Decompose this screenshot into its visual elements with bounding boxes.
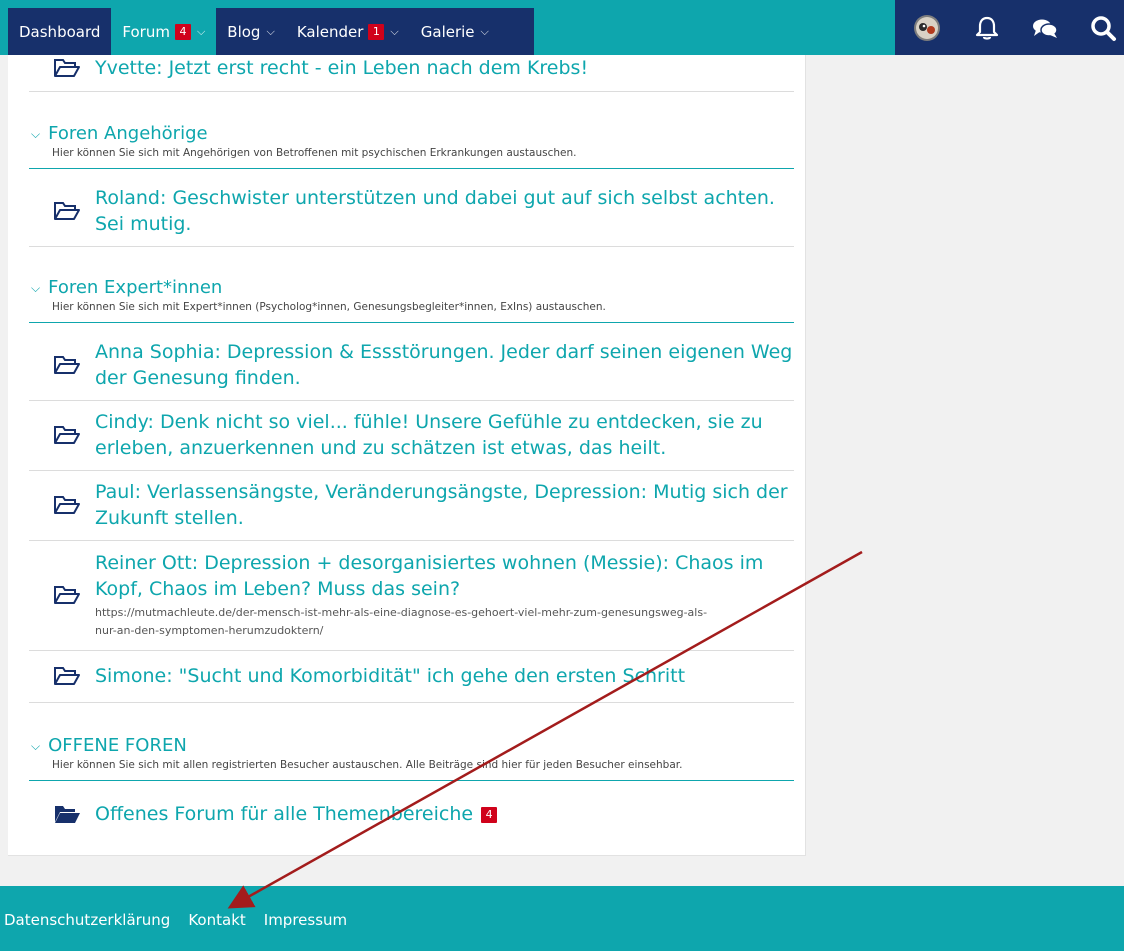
chevron-down-icon[interactable]: ⌵ [31,123,40,145]
board-row[interactable]: Anna Sophia: Depression & Essstörungen. … [29,330,794,401]
folder-open-icon [54,356,80,374]
chat-icon[interactable] [1031,14,1059,42]
folder-open-filled-icon [55,806,80,823]
nav-forum[interactable]: Forum 4 ⌵ [111,8,217,55]
folder-open-icon [54,59,80,77]
board-title-line[interactable]: Paul: Verlassensängste, Veränderungsängs… [95,479,788,505]
category-title[interactable]: ⌵ Foren Angehörige [29,123,794,145]
folder-open-icon [54,426,80,444]
board-row[interactable]: Simone: "Sucht und Komorbidität" ich geh… [29,650,794,703]
board-title[interactable]: Offenes Forum für alle Themenbereiche [95,803,473,825]
board-description-link[interactable]: https://mutmachleute.de/der-mensch-ist-m… [95,604,763,622]
bell-icon[interactable] [973,14,1001,42]
search-icon[interactable] [1089,14,1117,42]
nav-blog-label: Blog [227,22,261,41]
unread-count-badge: 4 [481,807,498,823]
board-title[interactable]: Yvette: Jetzt erst recht - ein Leben nac… [95,55,588,81]
category-description: Hier können Sie sich mit Expert*innen (P… [52,301,606,313]
chevron-down-icon: ⌵ [480,24,489,38]
user-menu [895,0,1124,55]
top-navigation-bar: Dashboard Forum 4 ⌵ Blog ⌵ Kalender 1 ⌵ … [0,0,1124,55]
footer-link-impressum[interactable]: Impressum [264,911,347,929]
kalender-count-badge: 1 [368,23,385,40]
chevron-down-icon[interactable]: ⌵ [31,277,40,299]
footer-link-kontakt[interactable]: Kontakt [188,911,245,929]
category-description: Hier können Sie sich mit allen registrie… [52,759,683,771]
forum-count-badge: 4 [174,23,191,40]
chevron-down-icon: ⌵ [390,24,399,38]
nav-galerie[interactable]: Galerie ⌵ [410,8,500,55]
chevron-down-icon[interactable]: ⌵ [31,735,40,757]
category-header: ⌵ Foren Angehörige Hier können Sie sich … [29,123,794,169]
category-header: ⌵ OFFENE FOREN Hier können Sie sich mit … [29,735,794,781]
nav-blog[interactable]: Blog ⌵ [216,8,286,55]
folder-open-icon [54,496,80,514]
category-title-text: Foren Expert*innen [48,277,223,298]
category-title[interactable]: ⌵ Foren Expert*innen [29,277,794,299]
board-row[interactable]: Paul: Verlassensängste, Veränderungsängs… [29,470,794,541]
board-text: Reiner Ott: Depression + desorganisierte… [95,550,763,640]
board-title-wrap: Offenes Forum für alle Themenbereiche 4 [95,801,498,827]
category-title[interactable]: ⌵ OFFENE FOREN [29,735,794,757]
forum-list: Yvette: Jetzt erst recht - ein Leben nac… [8,55,806,856]
nav-kalender[interactable]: Kalender 1 ⌵ [286,8,410,55]
board-title-line[interactable]: der Genesung finden. [95,365,792,391]
board-description-link[interactable]: nur-an-den-symptomen-herumzudoktern/ [95,622,763,640]
nav-kalender-label: Kalender [296,22,364,41]
category-description: Hier können Sie sich mit Angehörigen von… [52,147,577,159]
folder-open-icon [54,667,80,685]
main-menu: Dashboard Forum 4 ⌵ Blog ⌵ Kalender 1 ⌵ … [8,8,534,55]
footer-links: Datenschutzerklärung Kontakt Impressum [4,911,347,929]
board-row[interactable]: Cindy: Denk nicht so viel... fühle! Unse… [29,400,794,471]
avatar[interactable] [913,14,941,42]
category-header: ⌵ Foren Expert*innen Hier können Sie sic… [29,277,794,323]
nav-forum-label: Forum [122,22,170,41]
board-text: Cindy: Denk nicht so viel... fühle! Unse… [95,409,763,461]
board-title-line[interactable]: Cindy: Denk nicht so viel... fühle! Unse… [95,409,763,435]
folder-open-icon [54,586,80,604]
board-row[interactable]: Offenes Forum für alle Themenbereiche 4 [29,788,794,840]
board-text: Roland: Geschwister unterstützen und dab… [95,185,775,237]
board-text: Paul: Verlassensängste, Veränderungsängs… [95,479,788,531]
category-title-text: OFFENE FOREN [48,735,187,756]
board-title-line[interactable]: Sei mutig. [95,211,775,237]
nav-dashboard-label: Dashboard [19,22,101,41]
board-title-line[interactable]: Roland: Geschwister unterstützen und dab… [95,185,775,211]
folder-open-icon [54,202,80,220]
footer-link-datenschutz[interactable]: Datenschutzerklärung [4,911,170,929]
category-title-text: Foren Angehörige [48,123,208,144]
nav-dashboard[interactable]: Dashboard [8,8,111,55]
board-row[interactable]: Roland: Geschwister unterstützen und dab… [29,176,794,247]
board-row[interactable]: Reiner Ott: Depression + desorganisierte… [29,540,794,651]
page-footer: Datenschutzerklärung Kontakt Impressum [0,886,1124,951]
board-title[interactable]: Simone: "Sucht und Komorbidität" ich geh… [95,663,685,689]
board-title-line[interactable]: erleben, anzuerkennen und zu schätzen is… [95,435,763,461]
nav-galerie-label: Galerie [420,22,475,41]
board-title-line[interactable]: Zukunft stellen. [95,505,788,531]
chevron-down-icon: ⌵ [196,24,206,38]
board-row[interactable]: Yvette: Jetzt erst recht - ein Leben nac… [29,55,794,92]
board-title-line[interactable]: Kopf, Chaos im Leben? Muss das sein? [95,576,763,602]
board-text: Anna Sophia: Depression & Essstörungen. … [95,339,792,391]
board-title-line[interactable]: Reiner Ott: Depression + desorganisierte… [95,550,763,576]
board-title-line[interactable]: Anna Sophia: Depression & Essstörungen. … [95,339,792,365]
chevron-down-icon: ⌵ [266,24,275,38]
